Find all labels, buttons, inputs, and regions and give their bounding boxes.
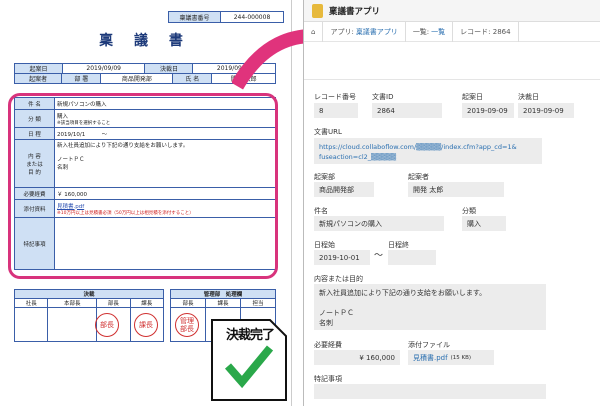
crumb-app[interactable]: アプリ: 稟議書アプリ xyxy=(323,21,406,42)
name-label: 氏 名 xyxy=(172,73,213,84)
done-badge: 決裁完了 xyxy=(210,318,288,402)
draft-date-label: 起案日 xyxy=(14,63,63,74)
crumb-list[interactable]: 一覧: 一覧 xyxy=(406,21,454,42)
record-no-label: レコード番号 xyxy=(314,93,356,101)
attach-link[interactable]: 見積書.pdf xyxy=(413,353,448,363)
author: 開発 太郎 xyxy=(408,182,504,197)
author-label: 起案者 xyxy=(408,173,429,181)
content-label: 内容または目的 xyxy=(314,275,363,283)
home-icon[interactable]: ⌂ xyxy=(304,21,324,42)
start: 2019-10-01 xyxy=(314,250,370,265)
subject-label: 件名 xyxy=(314,207,328,215)
tilde: 〜 xyxy=(374,251,384,261)
decide-date-label: 決裁日 xyxy=(518,93,539,101)
draft-date: 2019-09-09 xyxy=(462,103,514,118)
col-head: 本部長 xyxy=(47,298,98,308)
attach-label: 添付ファイル xyxy=(408,341,450,349)
app-icon xyxy=(312,3,323,18)
notes-label: 特記事項 xyxy=(314,375,342,383)
dept: 商品開発部 xyxy=(314,182,374,197)
stamp-bucho: 部長 xyxy=(95,313,119,337)
category-label: 分類 xyxy=(462,207,476,215)
record-no: 8 xyxy=(314,103,358,118)
end-label: 日程終 xyxy=(388,241,409,249)
highlight-frame xyxy=(8,93,278,279)
dept: 商品開発部 xyxy=(100,73,174,84)
category: 購入 xyxy=(462,216,506,231)
end xyxy=(388,250,436,265)
dept-label: 部 署 xyxy=(61,73,102,84)
doc-title: 稟 議 書 xyxy=(99,33,191,49)
attach-field: 見積書.pdf (15 KB) xyxy=(408,350,494,365)
author-label: 起案者 xyxy=(13,73,63,84)
url-label: 文書URL xyxy=(314,128,342,136)
done-badge-label: 決裁完了 xyxy=(226,328,275,343)
cost-label: 必要経費 xyxy=(314,341,342,349)
col-head: 課長 xyxy=(205,298,241,308)
doc-id-label: 文書ID xyxy=(372,93,394,101)
start-label: 日程始 xyxy=(314,241,335,249)
stamp-admin: 管理 部長 xyxy=(175,313,199,337)
decide-date: 2019-09-09 xyxy=(518,103,574,118)
app-window: 稟議書アプリ ⌂ アプリ: 稟議書アプリ 一覧: 一覧 レコード: 2864 レコー… xyxy=(303,0,600,406)
draft-date-label: 起案日 xyxy=(462,93,483,101)
draft-date: 2019/09/09 xyxy=(61,63,146,74)
app-title: 稟議書アプリ xyxy=(329,6,381,17)
dept-label: 起案部 xyxy=(314,173,335,181)
breadcrumb: ⌂ アプリ: 稟議書アプリ 一覧: 一覧 レコード: 2864 xyxy=(304,21,600,42)
cost: ¥ 160,000 xyxy=(314,350,400,365)
col-head: 課長 xyxy=(129,298,165,308)
doc-url[interactable]: https://cloud.collaboflow.com/▒▒▒▒▒/inde… xyxy=(314,138,542,164)
decide-date-label: 決裁日 xyxy=(144,63,194,74)
col-head: 社長 xyxy=(13,298,49,308)
crumb-record: レコード: 2864 xyxy=(453,21,519,42)
doc-id: 2864 xyxy=(372,103,442,118)
content: 新入社員追加により下記の通り支給をお願いします。 ノートＰＣ 名刺 xyxy=(314,284,546,330)
stamp-kacho: 課長 xyxy=(134,313,158,337)
doc-number-label: 稟議書番号 xyxy=(169,12,221,22)
toolbar-area xyxy=(304,42,600,80)
notes xyxy=(314,384,546,399)
subject: 新規パソコンの購入 xyxy=(314,216,444,231)
col-head: 部長 xyxy=(170,298,206,308)
col-head: 部長 xyxy=(96,298,131,308)
col-head: 担当 xyxy=(240,298,276,308)
app-titlebar: 稟議書アプリ xyxy=(304,0,600,22)
approval-title: 決裁 xyxy=(14,289,164,299)
admin-title: 管理部 処理欄 xyxy=(170,289,276,299)
